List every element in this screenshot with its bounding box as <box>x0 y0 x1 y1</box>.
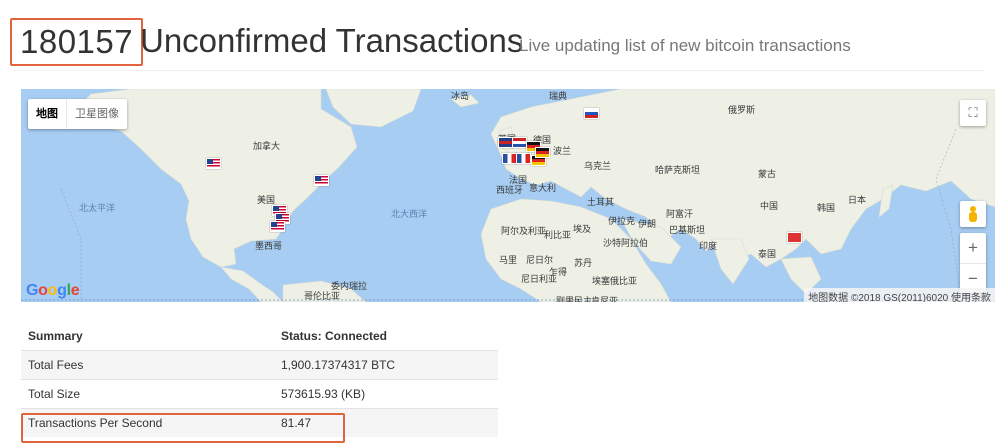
flag-marker-us[interactable] <box>206 158 221 169</box>
flag-marker-gb[interactable] <box>498 137 513 148</box>
flag-marker-ru[interactable] <box>584 108 599 119</box>
google-logo[interactable]: Google <box>26 282 80 300</box>
map-label-russia: 俄罗斯 <box>728 105 756 115</box>
map-label-china: 中国 <box>760 201 779 211</box>
connection-status: Status: Connected <box>281 329 388 343</box>
map-label-mexico: 墨西哥 <box>255 241 283 251</box>
flag-marker-fr[interactable] <box>502 153 517 164</box>
map-label-egypt: 埃及 <box>573 224 592 234</box>
logo-letter: g <box>57 282 67 299</box>
flag-marker-hk[interactable] <box>787 232 802 243</box>
map-label-kenya: 肯尼亚 <box>591 296 619 302</box>
map-type-button-map[interactable]: 地图 <box>28 99 66 129</box>
map-label-north-pacific: 北太平洋 <box>79 203 116 213</box>
table-row-total-fees: Total Fees 1,900.17374317 BTC <box>21 350 498 380</box>
map-label-drc: 刚果民主 <box>556 296 593 302</box>
map-label-korea: 韩国 <box>817 203 836 213</box>
map-label-colombia: 哥伦比亚 <box>304 291 341 301</box>
map-label-algeria: 阿尔及利亚 <box>501 226 547 236</box>
map-label-nigeria: 尼日利亚 <box>521 274 558 284</box>
flag-marker-us[interactable] <box>314 175 329 186</box>
map-label-sudan: 苏丹 <box>574 258 593 268</box>
row-value: 573615.93 (KB) <box>273 379 498 409</box>
row-label: Total Fees <box>21 350 273 380</box>
map-label-pakistan: 巴基斯坦 <box>669 225 706 235</box>
fullscreen-button[interactable]: ⛶ <box>960 100 986 126</box>
logo-letter: o <box>38 282 48 299</box>
map-label-canada: 加拿大 <box>253 141 281 151</box>
world-map[interactable]: 地图 卫星图像 加拿大 美国 墨西哥 委内瑞拉 哥伦比亚 北太平洋 北大西洋 冰… <box>21 89 995 302</box>
map-label-afghanistan: 阿富汗 <box>666 209 694 219</box>
map-type-button-satellite[interactable]: 卫星图像 <box>66 99 127 129</box>
flag-marker-fr[interactable] <box>516 153 531 164</box>
map-label-spain: 西班牙 <box>496 185 524 195</box>
flag-marker-de[interactable] <box>535 147 550 158</box>
logo-letter: G <box>26 282 39 299</box>
map-label-iraq: 伊拉克 <box>608 216 636 226</box>
map-label-sweden: 瑞典 <box>549 91 568 101</box>
table-row-transactions-per-second: Transactions Per Second 81.47 <box>21 408 498 437</box>
map-label-mongolia: 蒙古 <box>758 169 777 179</box>
map-label-libya: 利比亚 <box>544 230 572 240</box>
map-label-iran: 伊朗 <box>638 219 657 229</box>
logo-letter: o <box>47 282 58 299</box>
row-value: 1,900.17374317 BTC <box>273 350 498 380</box>
map-label-japan: 日本 <box>848 195 867 205</box>
map-label-turkey: 土耳其 <box>587 197 615 207</box>
map-attribution[interactable]: 地图数据 ©2018 GS(2011)6020 使用条款 <box>804 288 995 302</box>
row-label: Total Size <box>21 379 273 409</box>
row-value: 81.47 <box>273 408 498 437</box>
map-label-mali: 马里 <box>499 255 518 265</box>
page-header: 180157 Unconfirmed Transactions Live upd… <box>10 16 984 71</box>
summary-header-row: Summary Status: Connected <box>21 322 498 351</box>
map-label-ethiopia: 埃塞俄比亚 <box>592 276 638 286</box>
table-row-total-size: Total Size 573615.93 (KB) <box>21 379 498 409</box>
zoom-control: + − <box>960 233 986 293</box>
map-label-kazakhstan: 哈萨克斯坦 <box>655 165 701 175</box>
fullscreen-icon: ⛶ <box>968 105 978 120</box>
map-label-thailand: 泰国 <box>758 249 777 259</box>
map-label-saudi: 沙特阿拉伯 <box>603 238 649 248</box>
map-label-poland: 波兰 <box>553 146 572 156</box>
page-title: Unconfirmed Transactions <box>140 22 524 59</box>
map-label-italy: 意大利 <box>529 183 557 193</box>
row-label: Transactions Per Second <box>21 408 273 437</box>
page-subtitle: Live updating list of new bitcoin transa… <box>519 36 851 55</box>
map-label-ukraine: 乌克兰 <box>584 161 612 171</box>
logo-letter: e <box>70 282 80 299</box>
transaction-count: 180157 <box>20 23 134 60</box>
map-type-control: 地图 卫星图像 <box>28 99 127 129</box>
map-label-india: 印度 <box>699 241 718 251</box>
flag-marker-nl[interactable] <box>512 137 527 148</box>
map-label-north-atlantic: 北大西洋 <box>391 209 428 219</box>
street-view-button[interactable] <box>960 201 986 227</box>
summary-table: Summary Status: Connected Total Fees 1,9… <box>21 322 498 437</box>
summary-header-label: Summary <box>28 329 83 343</box>
zoom-in-button[interactable]: + <box>960 233 986 263</box>
map-label-iceland: 冰岛 <box>451 91 470 101</box>
transaction-count-highlight: 180157 <box>10 18 144 66</box>
flag-marker-us[interactable] <box>270 221 285 232</box>
